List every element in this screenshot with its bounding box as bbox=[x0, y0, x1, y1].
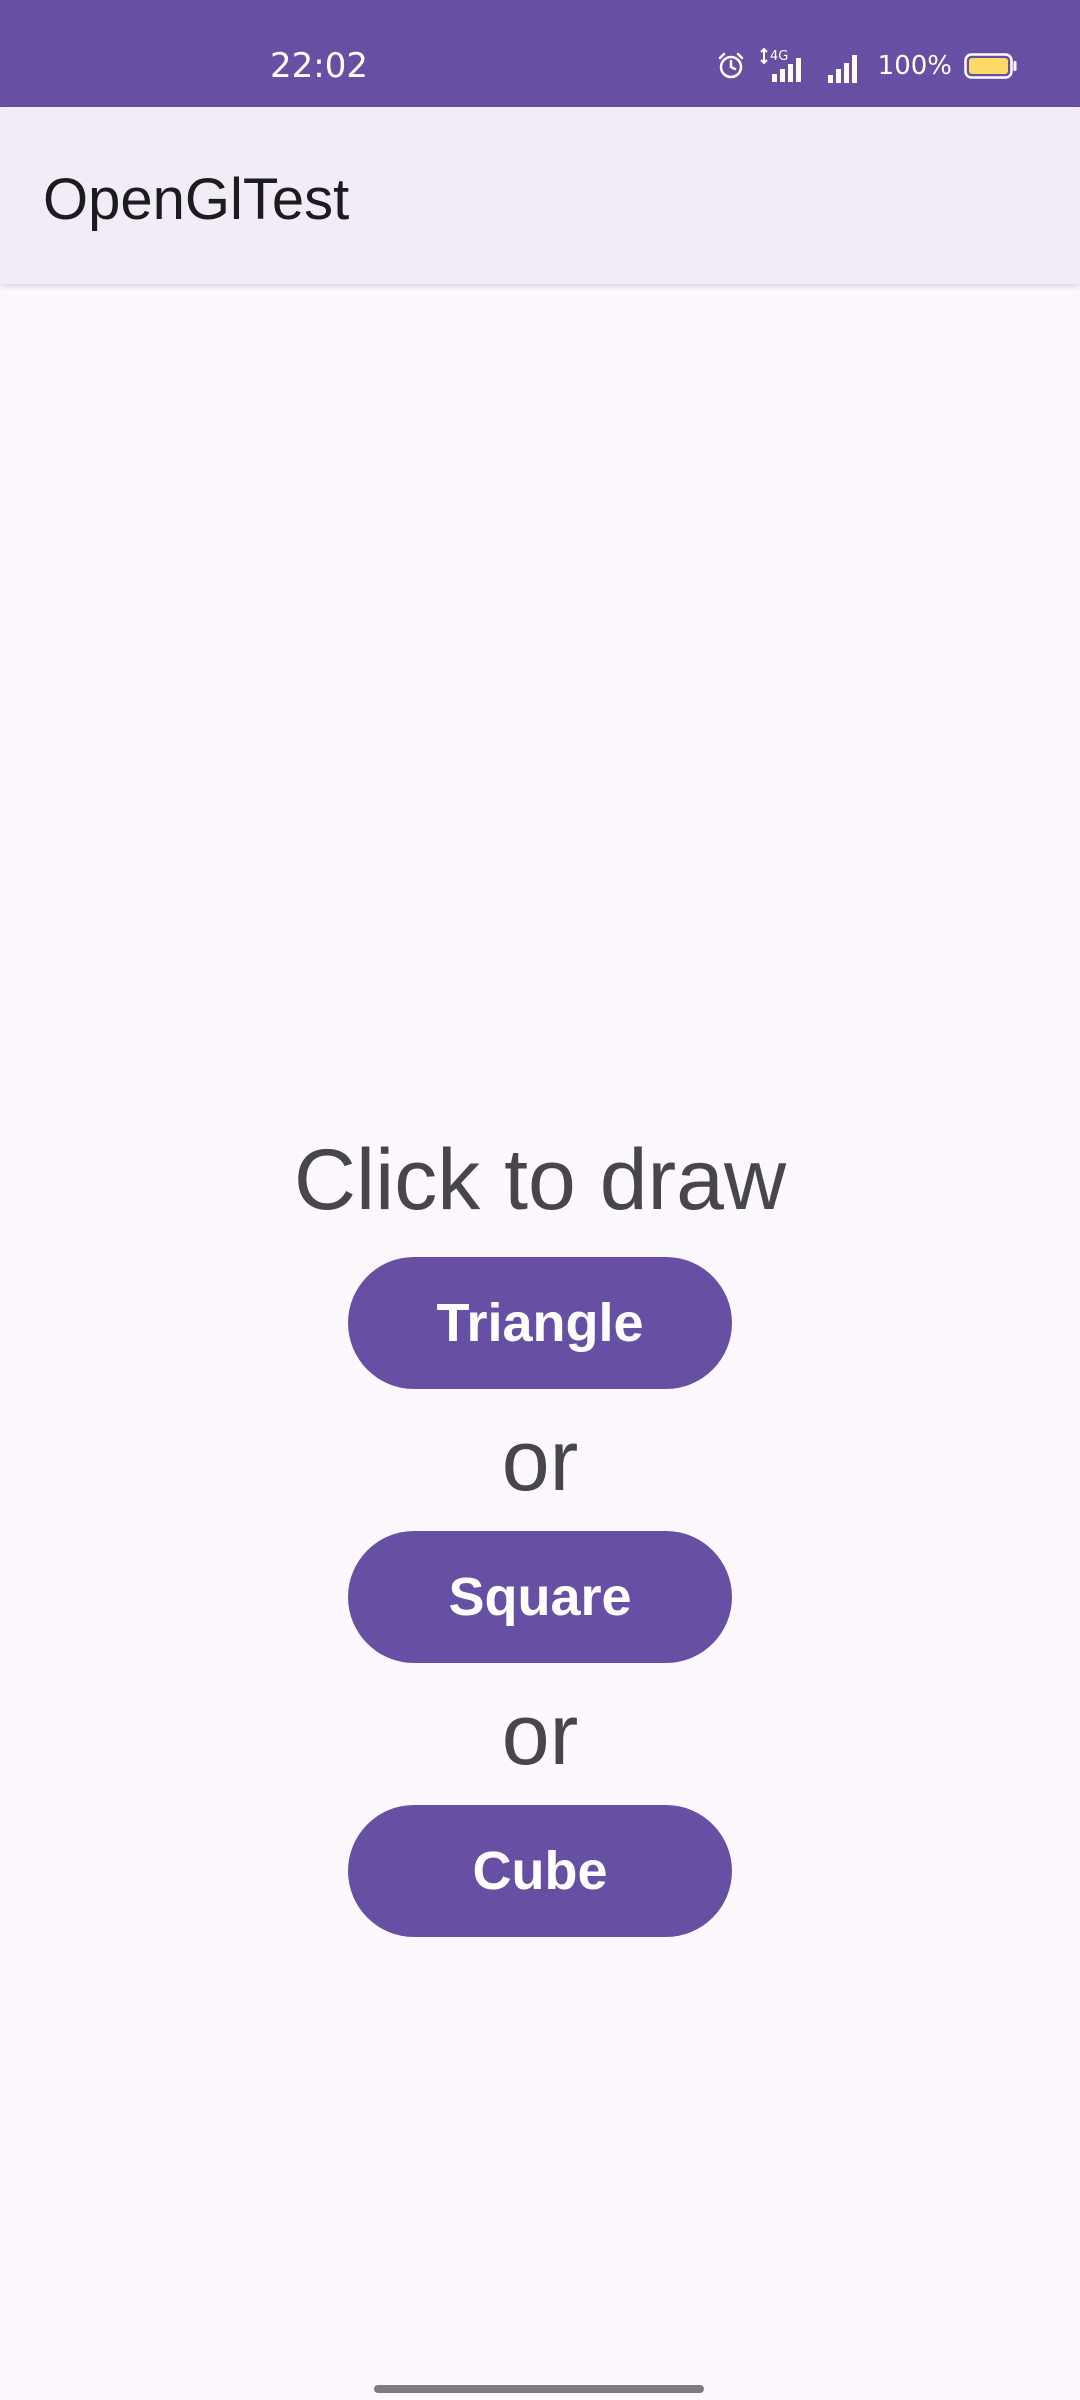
app-bar: OpenGlTest bbox=[0, 107, 1080, 284]
square-button[interactable]: Square bbox=[348, 1531, 732, 1663]
alarm-icon bbox=[718, 52, 743, 79]
prompt-text: Click to draw bbox=[293, 1132, 787, 1228]
or-separator: or bbox=[501, 1413, 579, 1509]
battery-icon bbox=[964, 53, 1017, 79]
app-title: OpenGlTest bbox=[43, 167, 350, 232]
status-bar: 22:02 4G 100% bbox=[0, 0, 1080, 107]
status-icons: 4G 100% bbox=[716, 44, 1018, 88]
battery-percentage: 100% bbox=[877, 51, 952, 81]
navigation-handle[interactable] bbox=[374, 2385, 704, 2393]
draw-options: Click to draw Triangle or Square or Cube bbox=[0, 1130, 1080, 1937]
status-time: 22:02 bbox=[270, 46, 368, 86]
network-label: 4G bbox=[770, 49, 788, 64]
triangle-button[interactable]: Triangle bbox=[348, 1257, 732, 1389]
signal-icon bbox=[827, 55, 857, 83]
or-separator: or bbox=[501, 1687, 579, 1783]
cube-button[interactable]: Cube bbox=[348, 1805, 732, 1937]
mobile-data-icon: 4G bbox=[759, 48, 801, 82]
